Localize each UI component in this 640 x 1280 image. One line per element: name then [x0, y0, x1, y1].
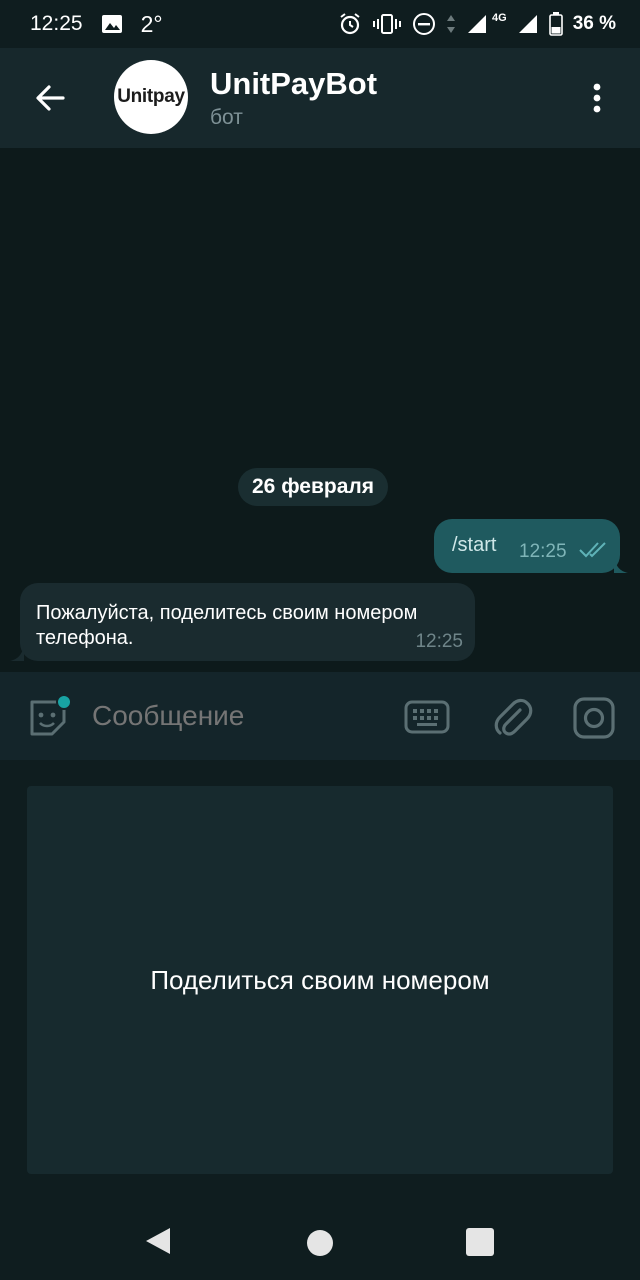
battery-percent: 36 % [572, 13, 616, 34]
status-temperature: 2° [140, 10, 163, 37]
chat-subtitle: бот [210, 106, 243, 129]
bot-reply-keyboard: Поделиться своим номером [0, 760, 640, 1202]
status-bar: 12:25 2° 4G 36 % [0, 0, 640, 48]
signal-2-icon [517, 13, 539, 35]
alarm-icon [338, 12, 362, 36]
message-text: /start [452, 534, 497, 556]
keyboard-icon[interactable] [404, 700, 450, 734]
signal-icon [466, 13, 488, 35]
nav-recents-icon[interactable] [466, 1228, 494, 1256]
double-check-icon [578, 541, 610, 559]
dnd-icon [412, 12, 436, 36]
gallery-notification-icon [101, 14, 123, 34]
camera-icon[interactable] [572, 696, 616, 740]
chat-header: Unitpay UnitPayBot бот [0, 48, 640, 148]
message-input-bar [0, 672, 640, 760]
avatar-logo-text: Unitpay [117, 86, 185, 107]
message-time: 12:25 [415, 631, 463, 652]
vibrate-icon [372, 12, 402, 36]
back-arrow-icon[interactable] [30, 78, 70, 118]
chat-area[interactable]: 26 февраля /start 12:25 Пожалуйста, поде… [0, 148, 640, 672]
system-nav-bar [0, 1202, 640, 1280]
message-time: 12:25 [519, 541, 567, 562]
outgoing-message[interactable]: /start 12:25 [434, 519, 628, 573]
nav-home-icon[interactable] [307, 1230, 333, 1256]
message-input[interactable] [92, 700, 382, 732]
chat-title[interactable]: UnitPayBot [210, 66, 377, 102]
sticker-emoji-icon[interactable] [26, 696, 70, 740]
avatar[interactable]: Unitpay [114, 60, 188, 134]
date-separator: 26 февраля [238, 468, 388, 506]
status-time: 12:25 [30, 12, 83, 35]
message-text: Пожалуйста, поделитесь своим номером тел… [36, 602, 418, 649]
nav-back-icon[interactable] [144, 1226, 172, 1256]
incoming-message[interactable]: Пожалуйста, поделитесь своим номером тел… [10, 583, 475, 661]
battery-icon [548, 12, 563, 36]
more-options-icon[interactable] [584, 78, 610, 118]
share-phone-button[interactable]: Поделиться своим номером [27, 786, 613, 1174]
data-arrows-icon [446, 13, 456, 35]
attach-paperclip-icon[interactable] [490, 696, 534, 740]
network-type: 4G [492, 12, 507, 24]
